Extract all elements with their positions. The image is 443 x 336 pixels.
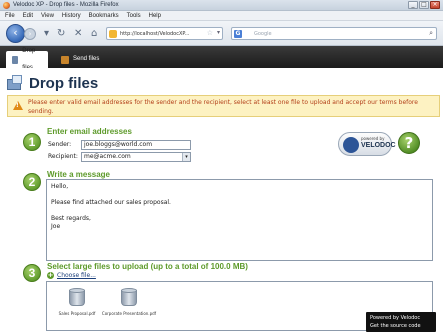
recipient-value: me@acme.com: [84, 153, 131, 160]
step-3-title: Select large files to upload (up to a to…: [47, 262, 248, 271]
menu-tools[interactable]: Tools: [127, 13, 141, 19]
step-2-badge: 2: [23, 173, 41, 191]
file-item[interactable]: Sales Proposal.pdf: [47, 288, 107, 316]
title-bar: Velodoc XP - Drop files - Mozilla Firefo…: [0, 0, 443, 11]
menu-bookmarks[interactable]: Bookmarks: [89, 13, 119, 19]
close-button[interactable]: ×: [430, 1, 440, 9]
tab-send-files[interactable]: Send files: [55, 51, 117, 68]
file-name: Sales Proposal.pdf: [58, 311, 96, 316]
search-bar[interactable]: G Google ⌕: [231, 27, 437, 40]
back-icon[interactable]: ‹: [6, 24, 25, 43]
step-1-badge: 1: [23, 133, 41, 151]
file-item[interactable]: Corporate Presentation.pdf: [99, 288, 159, 316]
velodoc-logo-icon: [343, 137, 359, 153]
forward-icon[interactable]: ›: [24, 28, 36, 40]
powered-by-text: powered by: [361, 136, 385, 141]
minimize-button[interactable]: _: [408, 1, 418, 9]
page-title: Drop files: [29, 74, 99, 92]
maximize-button[interactable]: □: [419, 1, 429, 9]
reload-icon[interactable]: ↻: [57, 28, 65, 39]
menu-help[interactable]: Help: [149, 13, 161, 19]
app-tab-bar: Drop files Send files: [0, 46, 443, 71]
address-bar[interactable]: http://localhost/VelodocXP... ☆ ▾: [106, 27, 223, 40]
tooltip-line-2: Get the source code: [370, 323, 421, 329]
powered-by-tooltip: Powered by Velodoc Get the source code: [366, 312, 436, 332]
file-name: Corporate Presentation.pdf: [101, 311, 157, 316]
message-textarea[interactable]: Hello, Please find attached our sales pr…: [46, 179, 433, 261]
navigation-toolbar: ‹ › ▾ ↻ ✕ ⌂ http://localhost/VelodocXP..…: [0, 21, 443, 46]
window-title: Velodoc XP - Drop files - Mozilla Firefo…: [13, 2, 119, 8]
warning-icon: !: [13, 101, 23, 110]
drop-files-icon: [7, 75, 23, 91]
page-header: Drop files: [7, 74, 98, 92]
add-icon[interactable]: +: [47, 272, 54, 279]
file-icon: [121, 288, 137, 308]
step-1-title: Enter email addresses: [47, 127, 132, 136]
step-2-title: Write a message: [47, 170, 110, 179]
file-icon: [69, 288, 85, 308]
url-dropdown-icon[interactable]: ▾: [217, 29, 220, 36]
stop-icon[interactable]: ✕: [74, 28, 82, 39]
home-icon[interactable]: ⌂: [91, 28, 97, 39]
help-icon[interactable]: ?: [398, 132, 420, 154]
menu-view[interactable]: View: [41, 13, 54, 19]
tab-send-files-label: Send files: [73, 56, 100, 62]
sender-field[interactable]: joe.bloggs@world.com: [81, 140, 191, 150]
velodoc-brand-text: VELODOC: [361, 142, 396, 149]
menu-file[interactable]: File: [5, 13, 15, 19]
chevron-down-icon[interactable]: ▾: [182, 153, 190, 161]
search-placeholder: Google: [254, 31, 272, 37]
tab-drop-files[interactable]: Drop files: [6, 48, 48, 71]
drop-files-icon: [12, 55, 19, 64]
menu-edit[interactable]: Edit: [23, 13, 33, 19]
history-dropdown-icon[interactable]: ▾: [44, 28, 49, 39]
recipient-label: Recipient:: [48, 153, 78, 160]
window-controls: _ □ ×: [408, 1, 440, 9]
recipient-select[interactable]: me@acme.com ▾: [81, 152, 191, 162]
choose-file-row[interactable]: + Choose file...: [47, 272, 96, 279]
menu-bar: File Edit View History Bookmarks Tools H…: [0, 11, 443, 21]
url-text: http://localhost/VelodocXP...: [120, 31, 190, 37]
send-files-icon: [61, 55, 69, 64]
menu-history[interactable]: History: [62, 13, 81, 19]
powered-by-velodoc-badge[interactable]: powered by VELODOC: [338, 132, 396, 156]
choose-file-link[interactable]: Choose file...: [57, 272, 96, 279]
site-icon: [109, 30, 117, 38]
step-3-badge: 3: [23, 264, 41, 282]
search-engine-icon[interactable]: G: [234, 30, 242, 38]
warning-banner: ! Please enter valid email addresses for…: [7, 95, 440, 117]
firefox-icon: [3, 2, 10, 9]
sender-label: Sender:: [48, 141, 72, 148]
search-icon[interactable]: ⌕: [429, 29, 433, 38]
tooltip-line-1: Powered by Velodoc: [370, 315, 421, 321]
warning-text: Please enter valid email addresses for t…: [28, 99, 418, 115]
bookmark-star-icon[interactable]: ☆: [207, 29, 213, 37]
browser-window: Velodoc XP - Drop files - Mozilla Firefo…: [0, 0, 443, 336]
